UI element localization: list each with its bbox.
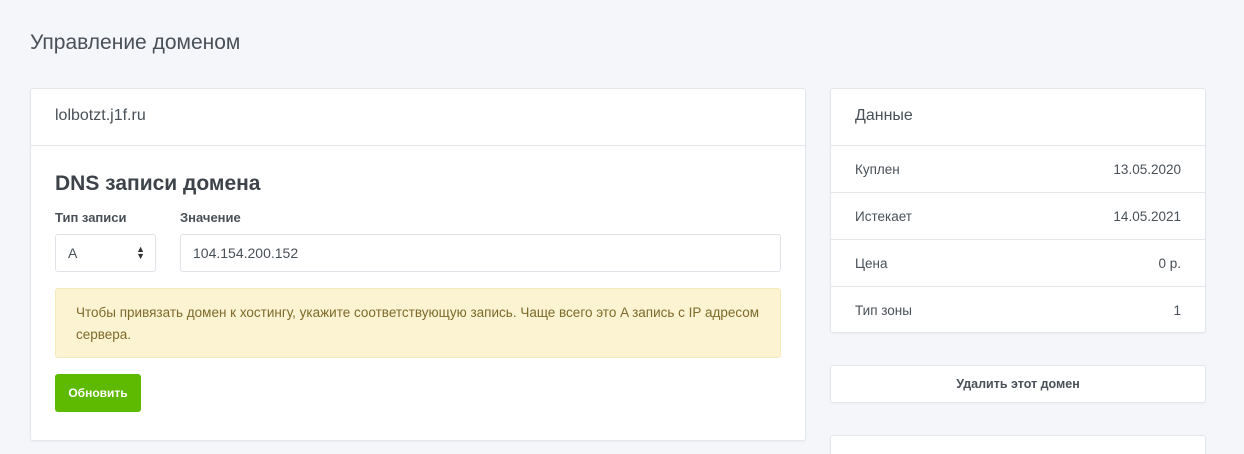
domain-card: lolbotzt.j1f.ru DNS записи домена Тип за… — [30, 88, 806, 441]
page-title: Управление доменом — [30, 31, 241, 54]
value-input-text: 104.154.200.152 — [193, 245, 299, 261]
info-label: Истекает — [855, 208, 912, 224]
info-value: 13.05.2020 — [1113, 161, 1181, 177]
info-label: Куплен — [855, 161, 900, 177]
bottom-card — [830, 435, 1206, 454]
info-value: 0 р. — [1158, 255, 1181, 271]
info-value: 1 — [1173, 303, 1181, 318]
info-label: Тип зоны — [855, 303, 912, 318]
info-label: Цена — [855, 255, 888, 271]
record-type-label: Тип записи — [55, 210, 127, 225]
hint-alert: Чтобы привязать домен к хостингу, укажит… — [55, 288, 781, 358]
data-card: Данные Куплен 13.05.2020 Истекает 14.05.… — [830, 88, 1206, 333]
dns-form: DNS записи домена Тип записи A ▲ ▼ Значен… — [31, 146, 805, 412]
record-type-field: Тип записи A ▲ ▼ — [55, 210, 156, 272]
value-field: Значение 104.154.200.152 — [180, 210, 781, 272]
update-button[interactable]: Обновить — [55, 374, 141, 412]
value-label: Значение — [180, 210, 241, 225]
info-row-price: Цена 0 р. — [831, 240, 1205, 287]
data-card-title: Данные — [831, 89, 1205, 146]
form-row: Тип записи A ▲ ▼ Значение 104.154.200.152 — [55, 210, 781, 272]
domain-name: lolbotzt.j1f.ru — [31, 89, 805, 146]
info-row-zone-type: Тип зоны 1 — [831, 287, 1205, 334]
info-row-purchased: Куплен 13.05.2020 — [831, 146, 1205, 193]
record-type-select[interactable]: A ▲ ▼ — [55, 234, 156, 272]
value-input[interactable]: 104.154.200.152 — [180, 234, 781, 272]
select-arrows-icon: ▲ ▼ — [136, 244, 145, 261]
section-title: DNS записи домена — [55, 172, 261, 195]
record-type-value: A — [68, 245, 78, 261]
info-value: 14.05.2021 — [1113, 208, 1181, 224]
delete-domain-button[interactable]: Удалить этот домен — [830, 365, 1206, 403]
info-row-expires: Истекает 14.05.2021 — [831, 193, 1205, 240]
